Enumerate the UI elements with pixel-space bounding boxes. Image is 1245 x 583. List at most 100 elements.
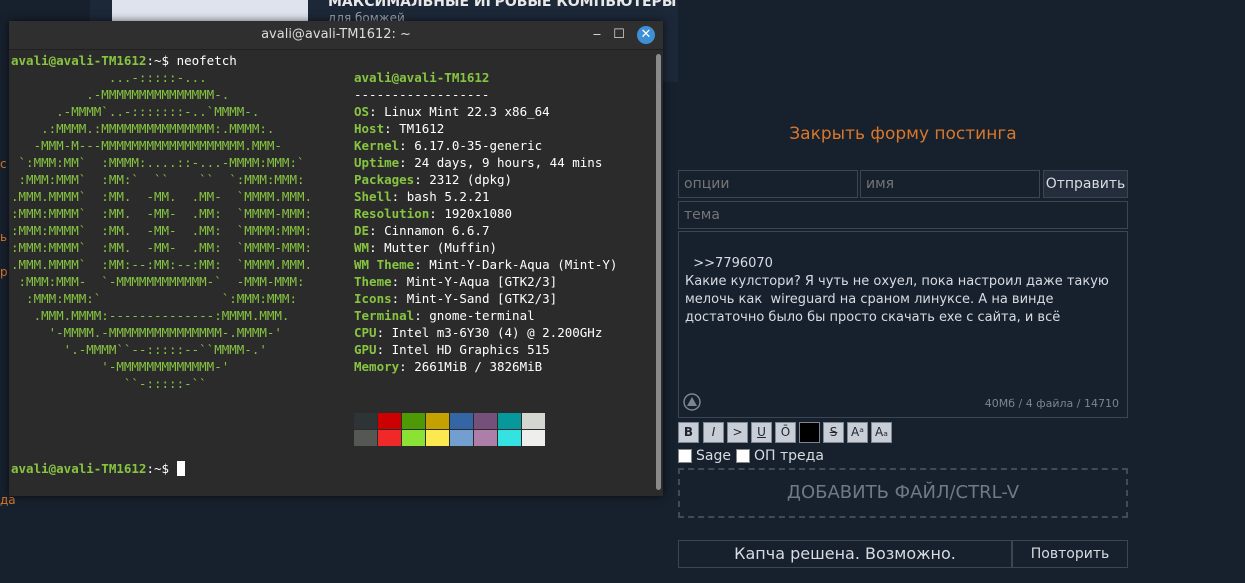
spoiler-button[interactable]: [799, 422, 820, 443]
sage-label: Sage: [696, 448, 731, 464]
info-row: WM: Mutter (Muffin): [354, 239, 497, 256]
ascii-logo-line: .:MMMM.:MMMMMMMMMMMMMMM:.MMMM:.: [11, 121, 275, 136]
palette-swatch: [450, 413, 473, 429]
info-key: WM: [354, 240, 370, 255]
quote-button[interactable]: >: [727, 422, 748, 443]
info-row: Resolution: 1920x1080: [354, 205, 512, 222]
info-value: : Mint-Y-Aqua [GTK2/3]: [391, 274, 558, 289]
info-value: : 24 days, 9 hours, 44 mins: [399, 155, 603, 170]
info-key: CPU: [354, 325, 377, 340]
info-separator: ------------------: [354, 87, 490, 102]
checkbox-box[interactable]: [736, 449, 750, 463]
info-key: DE: [354, 223, 370, 238]
palette-swatch: [450, 430, 473, 446]
sage-checkbox[interactable]: Sage: [678, 448, 731, 464]
op-checkbox[interactable]: ОП треда: [736, 448, 824, 464]
palette-swatch: [354, 413, 377, 429]
terminal-output[interactable]: avali@avali-TM1612:~$ neofetch ...-:::::…: [9, 50, 654, 496]
palette-swatch: [474, 430, 497, 446]
ascii-logo-line: :MMM:MMM- `-MMMMMMMMMMMM-` -MMM-MMM:: [11, 274, 305, 289]
info-row: Uptime: 24 days, 9 hours, 44 mins: [354, 154, 602, 171]
close-post-form-link[interactable]: Закрыть форму постинга: [678, 124, 1128, 144]
info-key: Packages: [354, 172, 415, 187]
prompt-line: avali@avali-TM1612:~$: [11, 460, 185, 477]
info-row: Shell: bash 5.2.21: [354, 188, 489, 205]
name-input[interactable]: [860, 170, 1040, 198]
message-textarea[interactable]: >>7796070 Какие кулстори? Я чуть не охуе…: [678, 231, 1128, 418]
info-row: Packages: 2312 (dpkg): [354, 171, 512, 188]
info-key: Resolution: [354, 206, 430, 221]
palette-swatch: [378, 413, 401, 429]
ascii-logo-line: :MMM:MMMM` :MM. -MM- .MM: `MMMM-MMM:: [11, 240, 313, 255]
text-cursor: [176, 461, 185, 476]
info-value: : 6.17.0-35-generic: [399, 138, 543, 153]
info-value: : Mint-Y-Sand [GTK2/3]: [391, 291, 558, 306]
info-value: : gnome-terminal: [414, 308, 535, 323]
submit-button[interactable]: Отправить: [1043, 170, 1128, 198]
captcha-status: Капча решена. Возможно.: [678, 540, 1012, 568]
ascii-logo-line: ...-:::::-...: [11, 70, 207, 85]
palette-swatch: [426, 413, 449, 429]
scrollbar-thumb[interactable]: [656, 54, 661, 490]
ascii-logo-line: '-MMMMMMMMMMMMM-': [11, 359, 230, 374]
close-icon[interactable]: ✕: [637, 26, 655, 44]
info-row: Terminal: gnome-terminal: [354, 307, 535, 324]
superscript-button[interactable]: Aᵃ: [847, 422, 868, 443]
ascii-logo-line: `:MMM:MM` :MMMM:....::-...-MMMM:MMM:`: [11, 155, 305, 170]
palette-swatch: [474, 413, 497, 429]
checkbox-box[interactable]: [678, 449, 692, 463]
file-dropzone[interactable]: ДОБАВИТЬ ФАЙЛ/CTRL-V: [678, 468, 1128, 518]
ascii-logo-line: .MMM.MMMM` :MM. -MM. .MM- `MMMM.MMM.: [11, 189, 313, 204]
info-row: CPU: Intel m3-6Y30 (4) @ 2.200GHz: [354, 324, 602, 341]
info-value: : 2661MiB / 3826MiB: [399, 359, 543, 374]
underline-button[interactable]: U: [751, 422, 772, 443]
info-key: Host: [354, 121, 385, 136]
options-input[interactable]: [678, 170, 858, 198]
info-key: GPU: [354, 342, 377, 357]
strike-button[interactable]: S: [823, 422, 844, 443]
palette-swatch: [402, 430, 425, 446]
subject-input[interactable]: [678, 201, 1128, 229]
palette-swatch: [522, 430, 545, 446]
minimize-icon[interactable]: ‒: [589, 27, 605, 43]
palette-swatch: [354, 430, 377, 446]
terminal-scrollbar[interactable]: [654, 50, 663, 496]
italic-button[interactable]: I: [703, 422, 724, 443]
sail-logo-icon: [683, 393, 701, 411]
palette-swatch: [522, 413, 545, 429]
bold-button[interactable]: B: [678, 422, 699, 443]
terminal-titlebar[interactable]: avali@avali-TM1612: ~ ‒ ☐ ✕: [9, 21, 663, 50]
info-value: : bash 5.2.21: [391, 189, 490, 204]
ascii-logo-line: .-MMMMMMMMMMMMMMM-.: [11, 87, 230, 102]
ascii-logo-line: '.-MMMM``--:::::--``MMMM-.': [11, 342, 267, 357]
info-value: : 2312 (dpkg): [414, 172, 513, 187]
palette-swatch: [498, 413, 521, 429]
subscript-button[interactable]: Aₐ: [871, 422, 892, 443]
ascii-logo-line: '-MMMM.-MMMMMMMMMMMMMMM-.MMMM-': [11, 325, 282, 340]
info-key: Icons: [354, 291, 392, 306]
info-key: Theme: [354, 274, 392, 289]
op-label: ОП треда: [754, 448, 824, 464]
info-value: : TM1612: [384, 121, 445, 136]
info-key: Kernel: [354, 138, 400, 153]
background-post-title[interactable]: МАКСИМАЛЬНЫЕ ИГРОВЫЕ КОМПЬЮТЕРЫ: [328, 0, 676, 10]
overline-button[interactable]: Ō: [775, 422, 796, 443]
info-row: WM Theme: Mint-Y-Dark-Aqua (Mint-Y): [354, 256, 617, 273]
palette-swatch: [426, 430, 449, 446]
ascii-logo-line: -MMM-M---MMMMMMMMMMMMMMMMMMM.MMM-: [11, 138, 282, 153]
maximize-icon[interactable]: ☐: [611, 27, 627, 43]
info-row: Kernel: 6.17.0-35-generic: [354, 137, 542, 154]
palette-swatch: [498, 430, 521, 446]
info-row: Host: TM1612: [354, 120, 444, 137]
palette-swatch: [402, 413, 425, 429]
info-row: Theme: Mint-Y-Aqua [GTK2/3]: [354, 273, 557, 290]
retry-captcha-button[interactable]: Повторить: [1012, 540, 1128, 568]
ascii-logo-line: .MMM.MMMM:--------------:MMMM.MMM.: [11, 308, 290, 323]
terminal-window[interactable]: avali@avali-TM1612: ~ ‒ ☐ ✕ avali@avali-…: [9, 21, 663, 496]
command-line: avali@avali-TM1612:~$ neofetch: [11, 53, 237, 68]
info-key: Terminal: [354, 308, 415, 323]
info-row: DE: Cinnamon 6.6.7: [354, 222, 489, 239]
edge-label: р: [0, 265, 8, 279]
info-row: OS: Linux Mint 22.3 x86_64: [354, 103, 550, 120]
file-counter: 40Мб / 4 файла / 14710: [984, 397, 1119, 410]
